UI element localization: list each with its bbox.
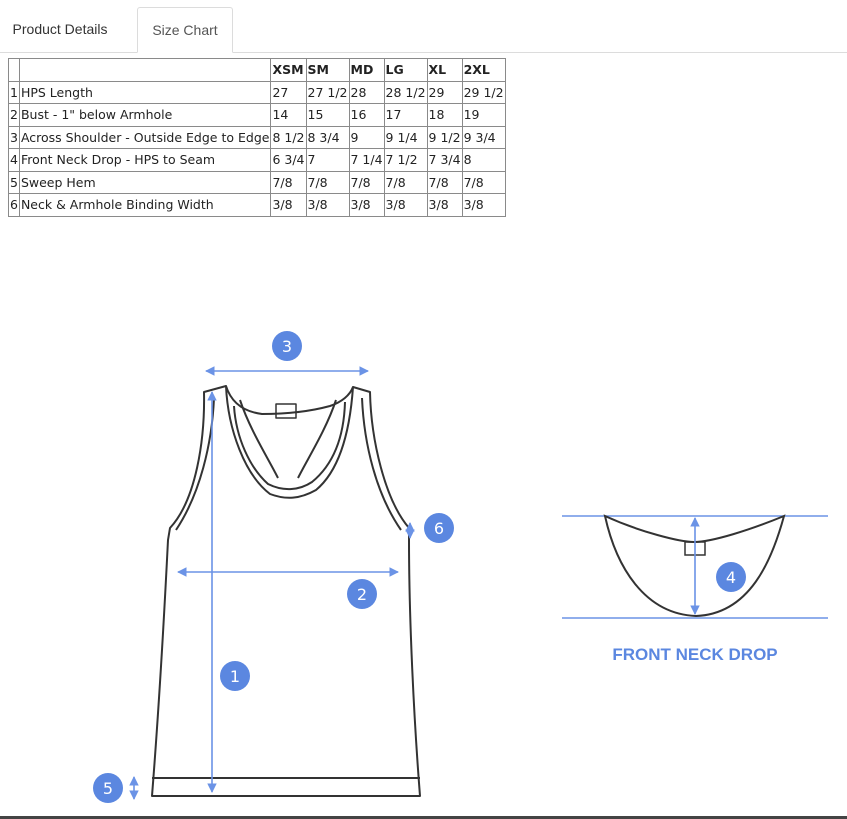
svg-text:5: 5 [103,779,113,798]
marker-2: 2 [347,579,377,609]
tank-top-illustration [151,385,421,797]
svg-text:4: 4 [726,568,736,587]
svg-text:2: 2 [357,585,367,604]
marker-3: 3 [272,331,302,361]
neck-drop-caption: FRONT NECK DROP [612,645,778,664]
marker-6: 6 [424,513,454,543]
marker-4: 4 [716,562,746,592]
svg-text:1: 1 [230,667,240,686]
marker-1: 1 [220,661,250,691]
neck-drop-illustration [562,514,828,619]
svg-text:6: 6 [434,519,444,538]
svg-text:3: 3 [282,337,292,356]
size-diagram: 1 2 3 4 5 6 [93,331,828,803]
marker-5: 5 [93,773,123,803]
